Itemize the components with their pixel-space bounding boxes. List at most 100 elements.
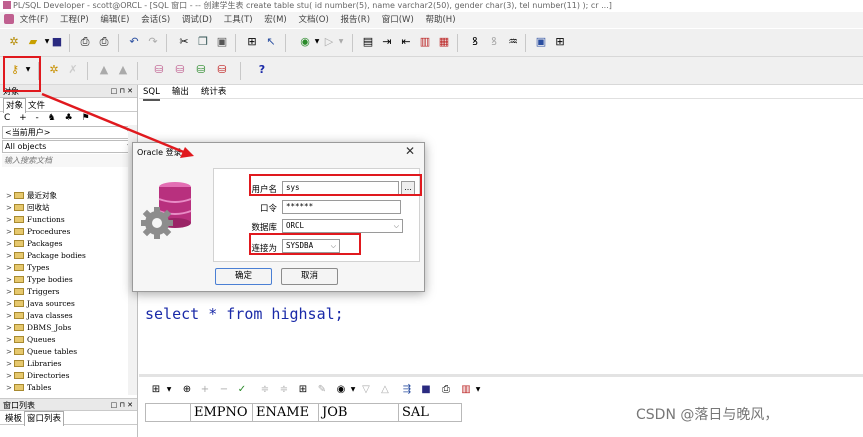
editor-splitter[interactable] — [139, 374, 863, 377]
tree-item[interactable]: > 回收站 — [0, 202, 128, 214]
save-icon[interactable]: ■ — [50, 35, 64, 49]
tree-item[interactable]: > Triggers — [0, 286, 128, 298]
tab-statistics[interactable]: 统计表 — [201, 85, 227, 99]
tree-item[interactable]: > Types — [0, 262, 128, 274]
chevron-down-icon[interactable]: ▼ — [347, 383, 359, 397]
break-icon[interactable]: ✗ — [66, 63, 80, 77]
execute-gear-icon[interactable]: ✲ — [47, 63, 61, 77]
tree-item[interactable]: > Functions — [0, 214, 128, 226]
commit-icon[interactable]: ▲ — [97, 63, 111, 77]
chevron-right-icon[interactable]: > — [6, 286, 14, 298]
add-record-icon[interactable]: + — [199, 383, 211, 397]
close-icon[interactable]: ✕ — [405, 144, 415, 158]
ok-button[interactable]: 确定 — [215, 268, 272, 285]
copy-icon[interactable]: ❐ — [196, 35, 210, 49]
unindent-icon[interactable]: ⇤ — [399, 35, 413, 49]
document-icon[interactable]: ▤ — [361, 35, 375, 49]
database-icon[interactable]: ⛁ — [194, 63, 208, 77]
tree-item[interactable]: > Packages — [0, 238, 128, 250]
menu-help[interactable]: 帮助(H) — [425, 12, 455, 28]
chevron-right-icon[interactable]: > — [6, 238, 14, 250]
tree-item[interactable]: > Type bodies — [0, 274, 128, 286]
chevron-right-icon[interactable]: > — [6, 274, 14, 286]
sql-statement[interactable]: select * from highsal; — [145, 305, 344, 323]
chevron-right-icon[interactable]: > — [6, 214, 14, 226]
tab-objects[interactable]: 对象 — [3, 98, 27, 113]
export-icon[interactable]: ⇶ — [401, 383, 413, 397]
username-field[interactable]: sys — [282, 181, 399, 195]
uppercase-icon[interactable]: ꝸ — [468, 35, 482, 49]
undo-icon[interactable]: ↶ — [127, 35, 141, 49]
new-icon[interactable]: ✲ — [7, 35, 21, 49]
paste-icon[interactable]: ▣ — [215, 35, 229, 49]
beautifier-icon[interactable]: ♒ — [506, 35, 520, 49]
chevron-right-icon[interactable]: > — [6, 190, 14, 202]
edit-icon[interactable]: ✎ — [316, 383, 328, 397]
tab-sql[interactable]: SQL — [143, 85, 160, 101]
tree-item[interactable]: > Java sources — [0, 298, 128, 310]
pin-icon[interactable]: □ ⊓ ✕ — [111, 399, 133, 412]
menu-session[interactable]: 会话(S) — [141, 12, 170, 28]
tab-output[interactable]: 输出 — [172, 85, 189, 99]
key-icon[interactable]: ⚷ — [8, 63, 22, 77]
tree-item[interactable]: > Queues — [0, 334, 128, 346]
object-tools[interactable]: C + - ♞ ♣ ⚑ — [0, 112, 137, 125]
password-field[interactable]: ****** — [282, 200, 401, 214]
tile-windows-icon[interactable]: ▣ — [534, 35, 548, 49]
menu-document[interactable]: 文档(O) — [298, 12, 328, 28]
menu-macro[interactable]: 宏(M) — [264, 12, 286, 28]
open-folder-icon[interactable]: ▰ — [26, 35, 40, 49]
connect-as-select[interactable]: SYSDBA ⌵ — [282, 239, 340, 253]
database-icon[interactable]: ⛁ — [173, 63, 187, 77]
chevron-right-icon[interactable]: > — [6, 358, 14, 370]
chevron-right-icon[interactable]: > — [6, 262, 14, 274]
database-select[interactable]: ORCL ⌵ — [282, 219, 403, 233]
pin-icon[interactable]: □ ⊓ ✕ — [111, 85, 133, 98]
tab-templates[interactable]: 模板 — [3, 412, 24, 426]
cut-icon[interactable]: ✂ — [177, 35, 191, 49]
database-icon[interactable]: ⛁ — [215, 63, 229, 77]
column-header-empno[interactable]: EMPNO — [190, 403, 252, 422]
lowercase-icon[interactable]: ꝸ — [487, 35, 501, 49]
chevron-right-icon[interactable]: > — [6, 334, 14, 346]
column-header-job[interactable]: JOB — [318, 403, 398, 422]
lock-icon[interactable]: ⊕ — [181, 383, 193, 397]
app-menu-icon[interactable] — [4, 14, 14, 24]
tree-item[interactable]: > Directories — [0, 370, 128, 382]
column-header-ename[interactable]: ENAME — [252, 403, 318, 422]
rollback-icon[interactable]: ▲ — [116, 63, 130, 77]
menu-tools[interactable]: 工具(T) — [224, 12, 253, 28]
comment-icon[interactable]: ▥ — [418, 35, 432, 49]
previous-record-icon[interactable]: ▽ — [360, 383, 372, 397]
chevron-right-icon[interactable]: > — [6, 310, 14, 322]
menu-edit[interactable]: 编辑(E) — [100, 12, 129, 28]
tree-item[interactable]: > DBMS_Jobs — [0, 322, 128, 334]
print-preview-icon[interactable]: ⎙ — [97, 35, 111, 49]
tree-item[interactable]: > Package bodies — [0, 250, 128, 262]
grid-icon[interactable]: ⊞ — [150, 383, 162, 397]
grid-windows-icon[interactable]: ⊞ — [553, 35, 567, 49]
save-grid-icon[interactable]: ■ — [420, 383, 432, 397]
chevron-down-icon[interactable]: ▼ — [21, 63, 35, 77]
chevron-right-icon[interactable]: > — [6, 322, 14, 334]
next-record-icon[interactable]: △ — [379, 383, 391, 397]
chevron-right-icon[interactable]: > — [6, 370, 14, 382]
redo-icon[interactable]: ↷ — [146, 35, 160, 49]
tree-item[interactable]: > Libraries — [0, 358, 128, 370]
chevron-down-icon[interactable]: ▼ — [334, 35, 348, 49]
cancel-button[interactable]: 取消 — [281, 268, 338, 285]
user-combo[interactable]: <当前用户>▼ — [2, 126, 135, 139]
tree-item[interactable]: > 最近对象 — [0, 190, 128, 202]
column-header-sal[interactable]: SAL — [398, 403, 462, 422]
menu-report[interactable]: 报告(R) — [340, 12, 370, 28]
post-icon[interactable]: ✓ — [236, 383, 248, 397]
tree-item[interactable]: > Tables — [0, 382, 128, 394]
menu-project[interactable]: 工程(P) — [60, 12, 89, 28]
tab-files[interactable]: 文件 — [26, 99, 47, 113]
delete-record-icon[interactable]: − — [218, 383, 230, 397]
clear-filter-icon[interactable]: ≑ — [278, 383, 290, 397]
print-grid-icon[interactable]: ⎙ — [440, 383, 452, 397]
chevron-right-icon[interactable]: > — [6, 298, 14, 310]
chevron-right-icon[interactable]: > — [6, 250, 14, 262]
filter-combo[interactable]: All objects▼ — [2, 140, 135, 153]
